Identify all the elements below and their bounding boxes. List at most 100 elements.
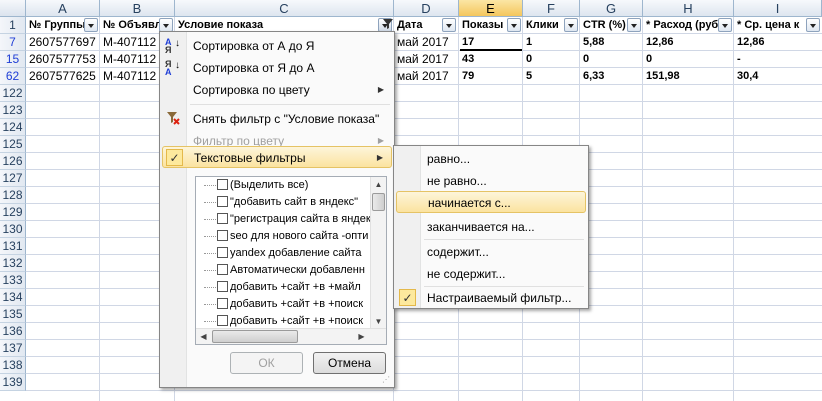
row-header[interactable]: 127 — [0, 170, 26, 187]
not-contains-item[interactable]: не содержит... — [396, 263, 586, 285]
row-header[interactable]: 128 — [0, 187, 26, 204]
row-header[interactable]: 133 — [0, 272, 26, 289]
cell[interactable]: май 2017 — [395, 68, 458, 85]
checkbox[interactable] — [217, 179, 228, 190]
row-header[interactable]: 125 — [0, 136, 26, 153]
filter-dropdown-button[interactable] — [84, 18, 98, 32]
row-header[interactable]: 131 — [0, 238, 26, 255]
header-cell[interactable]: * Расход (руб — [644, 17, 718, 34]
resize-grip-icon[interactable]: ⋰ — [382, 375, 392, 385]
list-item[interactable]: добавить +сайт +в +майл — [204, 279, 361, 296]
cell[interactable]: май 2017 — [395, 51, 458, 68]
checkbox[interactable] — [217, 247, 228, 258]
filter-dropdown-button[interactable] — [806, 18, 820, 32]
cell[interactable]: 30,4 — [735, 68, 821, 85]
cell[interactable]: 0 — [644, 51, 733, 68]
cell[interactable]: 1 — [524, 34, 579, 51]
header-cell[interactable]: Клики — [524, 17, 566, 34]
cancel-button[interactable]: Отмена — [313, 352, 386, 374]
sort-ascending-item[interactable]: А Я ↓ Сортировка от А до Я — [162, 35, 392, 57]
header-cell[interactable]: Показы — [460, 17, 508, 34]
filter-values-list[interactable]: (Выделить все) "добавить сайт в яндекс" … — [195, 176, 387, 345]
row-header[interactable]: 139 — [0, 374, 26, 391]
row-header[interactable]: 122 — [0, 85, 26, 102]
cell[interactable]: - — [735, 51, 821, 68]
cell[interactable]: 0 — [524, 51, 579, 68]
row-header[interactable]: 132 — [0, 255, 26, 272]
checkbox[interactable] — [217, 230, 228, 241]
row-header[interactable]: 134 — [0, 289, 26, 306]
row-header[interactable]: 135 — [0, 306, 26, 323]
list-horizontal-scrollbar[interactable]: ◀ ▶ — [196, 328, 386, 344]
row-header[interactable]: 138 — [0, 357, 26, 374]
list-item[interactable]: (Выделить все) — [204, 177, 308, 194]
column-header-g[interactable]: G — [580, 0, 643, 17]
list-item[interactable]: добавить +сайт +в +поиск — [204, 296, 363, 313]
column-header-e[interactable]: E — [459, 0, 523, 17]
cell[interactable]: 2607577625 — [27, 68, 99, 85]
row-header[interactable]: 126 — [0, 153, 26, 170]
cell[interactable]: 12,86 — [735, 34, 821, 51]
contains-item[interactable]: содержит... — [396, 241, 586, 263]
clear-filter-item[interactable]: Снять фильтр с "Условие показа" — [162, 108, 392, 130]
scroll-left-icon[interactable]: ◀ — [196, 329, 211, 344]
not-equals-item[interactable]: не равно... — [396, 170, 586, 192]
header-cell[interactable]: № Группы — [27, 17, 85, 34]
row-header[interactable]: 62 — [0, 68, 26, 85]
column-header-b[interactable]: B — [100, 0, 175, 17]
filter-dropdown-button[interactable] — [564, 18, 578, 32]
cell[interactable]: 6,33 — [581, 68, 642, 85]
header-cell[interactable]: CTR (%) — [581, 17, 629, 34]
filter-dropdown-button[interactable] — [627, 18, 641, 32]
column-header-i[interactable]: I — [734, 0, 822, 17]
column-header-c[interactable]: C — [175, 0, 394, 17]
cell[interactable]: 5,88 — [581, 34, 642, 51]
list-item[interactable]: "регистрация сайта в яндекс — [204, 211, 376, 228]
column-header-d[interactable]: D — [394, 0, 459, 17]
custom-filter-item[interactable]: ✓ Настраиваемый фильтр... — [396, 287, 586, 309]
checkbox[interactable] — [217, 298, 228, 309]
cell[interactable]: 151,98 — [644, 68, 733, 85]
list-vertical-scrollbar[interactable]: ▲ ▼ — [370, 177, 386, 329]
cell[interactable]: 79 — [460, 68, 522, 85]
row-header[interactable]: 130 — [0, 221, 26, 238]
filter-dropdown-button[interactable] — [718, 18, 732, 32]
row-header[interactable]: 136 — [0, 323, 26, 340]
header-cell[interactable]: * Ср. цена к — [735, 17, 807, 34]
checkbox[interactable] — [217, 315, 228, 326]
checkbox[interactable] — [217, 264, 228, 275]
select-all-corner[interactable] — [0, 0, 26, 17]
checkbox[interactable] — [217, 213, 228, 224]
row-header[interactable]: 1 — [0, 17, 26, 34]
active-filter-button[interactable] — [378, 18, 393, 32]
scroll-down-icon[interactable]: ▼ — [371, 314, 386, 329]
cell[interactable]: май 2017 — [395, 34, 458, 51]
list-item[interactable]: yandex добавление сайта — [204, 245, 362, 262]
cell[interactable]: 0 — [581, 51, 642, 68]
scroll-right-icon[interactable]: ▶ — [354, 329, 369, 344]
column-header-h[interactable]: H — [643, 0, 734, 17]
list-item[interactable]: Автоматически добавленн — [204, 262, 365, 279]
cell[interactable]: 2607577697 — [27, 34, 99, 51]
header-cell[interactable]: № Объявл — [101, 17, 159, 34]
text-filters-item[interactable]: ✓ Текстовые фильтры ▶ — [162, 146, 392, 168]
equals-item[interactable]: равно... — [396, 148, 586, 170]
checkbox[interactable] — [217, 196, 228, 207]
sort-by-color-item[interactable]: Сортировка по цвету ▶ — [162, 79, 392, 101]
row-header[interactable]: 7 — [0, 34, 26, 51]
row-header[interactable]: 129 — [0, 204, 26, 221]
column-header-f[interactable]: F — [523, 0, 580, 17]
cell[interactable]: 2607577753 — [27, 51, 99, 68]
row-header[interactable]: 123 — [0, 102, 26, 119]
list-item[interactable]: seo для нового сайта -опти — [204, 228, 368, 245]
column-header-a[interactable]: A — [26, 0, 100, 17]
list-item[interactable]: "добавить сайт в яндекс" — [204, 194, 358, 211]
row-header[interactable]: 124 — [0, 119, 26, 136]
scroll-thumb[interactable] — [372, 193, 385, 211]
ok-button[interactable]: ОК — [230, 352, 303, 374]
scroll-up-icon[interactable]: ▲ — [371, 177, 386, 192]
active-cell[interactable]: 17 — [460, 34, 522, 51]
filter-dropdown-button[interactable] — [442, 18, 456, 32]
scroll-thumb[interactable] — [212, 330, 298, 343]
filter-dropdown-button[interactable] — [159, 18, 173, 32]
